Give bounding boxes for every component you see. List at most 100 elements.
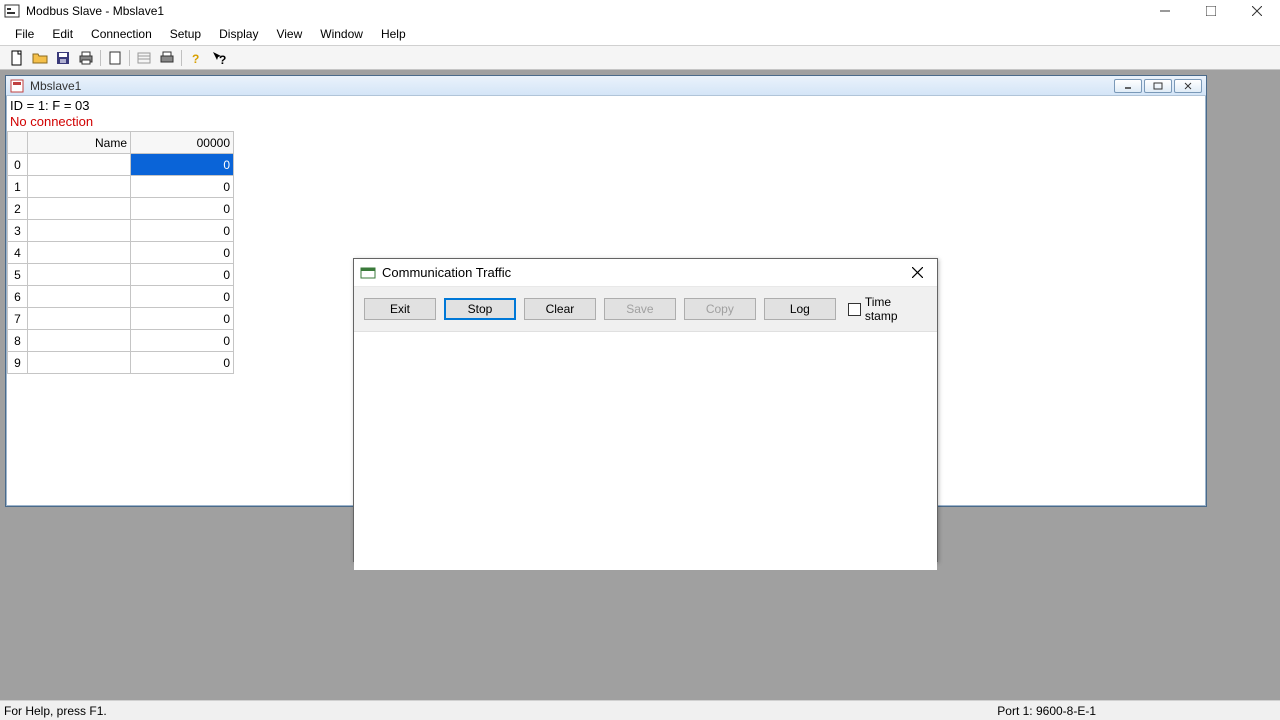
stop-button[interactable]: Stop [444,298,516,320]
row-index[interactable]: 0 [8,154,28,176]
cell-value[interactable]: 0 [131,220,234,242]
child-minimize-button[interactable] [1114,79,1142,93]
table-row[interactable]: 90 [8,352,234,374]
toolbar-sep-3 [181,50,182,66]
row-index[interactable]: 3 [8,220,28,242]
menubar: File Edit Connection Setup Display View … [0,22,1280,46]
cell-value[interactable]: 0 [131,308,234,330]
traffic-list[interactable] [354,332,937,570]
menu-connection[interactable]: Connection [82,24,161,44]
save-icon[interactable] [52,48,74,68]
cell-name[interactable] [28,308,131,330]
menu-view[interactable]: View [267,24,311,44]
id-line: ID = 1: F = 03 [7,97,1205,114]
header-row: Name 00000 [8,132,234,154]
app-icon [4,3,20,19]
row-index[interactable]: 5 [8,264,28,286]
context-help-icon[interactable]: ? [208,48,230,68]
main-titlebar: Modbus Slave - Mbslave1 [0,0,1280,22]
child-titlebar[interactable]: Mbslave1 [6,76,1206,96]
col-addr[interactable]: 00000 [131,132,234,154]
app-title: Modbus Slave - Mbslave1 [26,4,1142,18]
cell-value[interactable]: 0 [131,330,234,352]
register-table[interactable]: Name 00000 00102030405060708090 [7,131,234,374]
exit-button[interactable]: Exit [364,298,436,320]
menu-setup[interactable]: Setup [161,24,210,44]
child-maximize-button[interactable] [1144,79,1172,93]
cell-name[interactable] [28,352,131,374]
table-row[interactable]: 20 [8,198,234,220]
table-row[interactable]: 80 [8,330,234,352]
mdi-client: Mbslave1 ID = 1: F = 03 No connection Na… [0,70,1280,700]
list-icon[interactable] [133,48,155,68]
toolbar-sep-2 [129,50,130,66]
cell-name[interactable] [28,154,131,176]
window-buttons [1142,0,1280,22]
row-index[interactable]: 6 [8,286,28,308]
menu-edit[interactable]: Edit [43,24,82,44]
cell-value[interactable]: 0 [131,176,234,198]
help-icon[interactable]: ? [185,48,207,68]
new-icon[interactable] [6,48,28,68]
print2-icon[interactable] [156,48,178,68]
cell-value[interactable]: 0 [131,286,234,308]
toolbar: ? ? [0,46,1280,70]
cell-name[interactable] [28,330,131,352]
child-window-controls [1114,79,1206,93]
row-index[interactable]: 1 [8,176,28,198]
corner-cell[interactable] [8,132,28,154]
menu-file[interactable]: File [6,24,43,44]
child-close-button[interactable] [1174,79,1202,93]
close-button[interactable] [1234,0,1280,22]
table-row[interactable]: 30 [8,220,234,242]
menu-help[interactable]: Help [372,24,415,44]
save-button[interactable]: Save [604,298,676,320]
table-row[interactable]: 60 [8,286,234,308]
no-connection-label: No connection [7,114,1205,129]
row-index[interactable]: 7 [8,308,28,330]
child-icon [10,79,24,93]
log-button[interactable]: Log [764,298,836,320]
table-row[interactable]: 70 [8,308,234,330]
cell-value[interactable]: 0 [131,352,234,374]
menu-display[interactable]: Display [210,24,267,44]
timestamp-label: Time stamp [865,295,927,323]
table-row[interactable]: 50 [8,264,234,286]
child-title: Mbslave1 [30,79,1114,93]
dialog-button-row: Exit Stop Clear Save Copy Log Time stamp [354,287,937,332]
col-name[interactable]: Name [28,132,131,154]
maximize-button[interactable] [1188,0,1234,22]
dialog-title: Communication Traffic [382,265,897,280]
copy-button[interactable]: Copy [684,298,756,320]
cell-value[interactable]: 0 [131,242,234,264]
print-icon[interactable] [75,48,97,68]
cell-value[interactable]: 0 [131,264,234,286]
cell-value[interactable]: 0 [131,198,234,220]
clear-button[interactable]: Clear [524,298,596,320]
dialog-icon [360,265,376,281]
doc-icon[interactable] [104,48,126,68]
cell-name[interactable] [28,220,131,242]
status-port: Port 1: 9600-8-E-1 [997,704,1096,718]
cell-name[interactable] [28,242,131,264]
statusbar: For Help, press F1. Port 1: 9600-8-E-1 [0,700,1280,720]
row-index[interactable]: 4 [8,242,28,264]
table-row[interactable]: 00 [8,154,234,176]
cell-name[interactable] [28,286,131,308]
timestamp-checkbox[interactable]: Time stamp [848,295,927,323]
cell-name[interactable] [28,264,131,286]
cell-name[interactable] [28,198,131,220]
status-help: For Help, press F1. [4,704,107,718]
minimize-button[interactable] [1142,0,1188,22]
row-index[interactable]: 9 [8,352,28,374]
cell-name[interactable] [28,176,131,198]
row-index[interactable]: 8 [8,330,28,352]
table-row[interactable]: 10 [8,176,234,198]
dialog-close-button[interactable] [897,259,937,287]
dialog-titlebar[interactable]: Communication Traffic [354,259,937,287]
table-row[interactable]: 40 [8,242,234,264]
open-icon[interactable] [29,48,51,68]
menu-window[interactable]: Window [311,24,372,44]
row-index[interactable]: 2 [8,198,28,220]
cell-value[interactable]: 0 [131,154,234,176]
